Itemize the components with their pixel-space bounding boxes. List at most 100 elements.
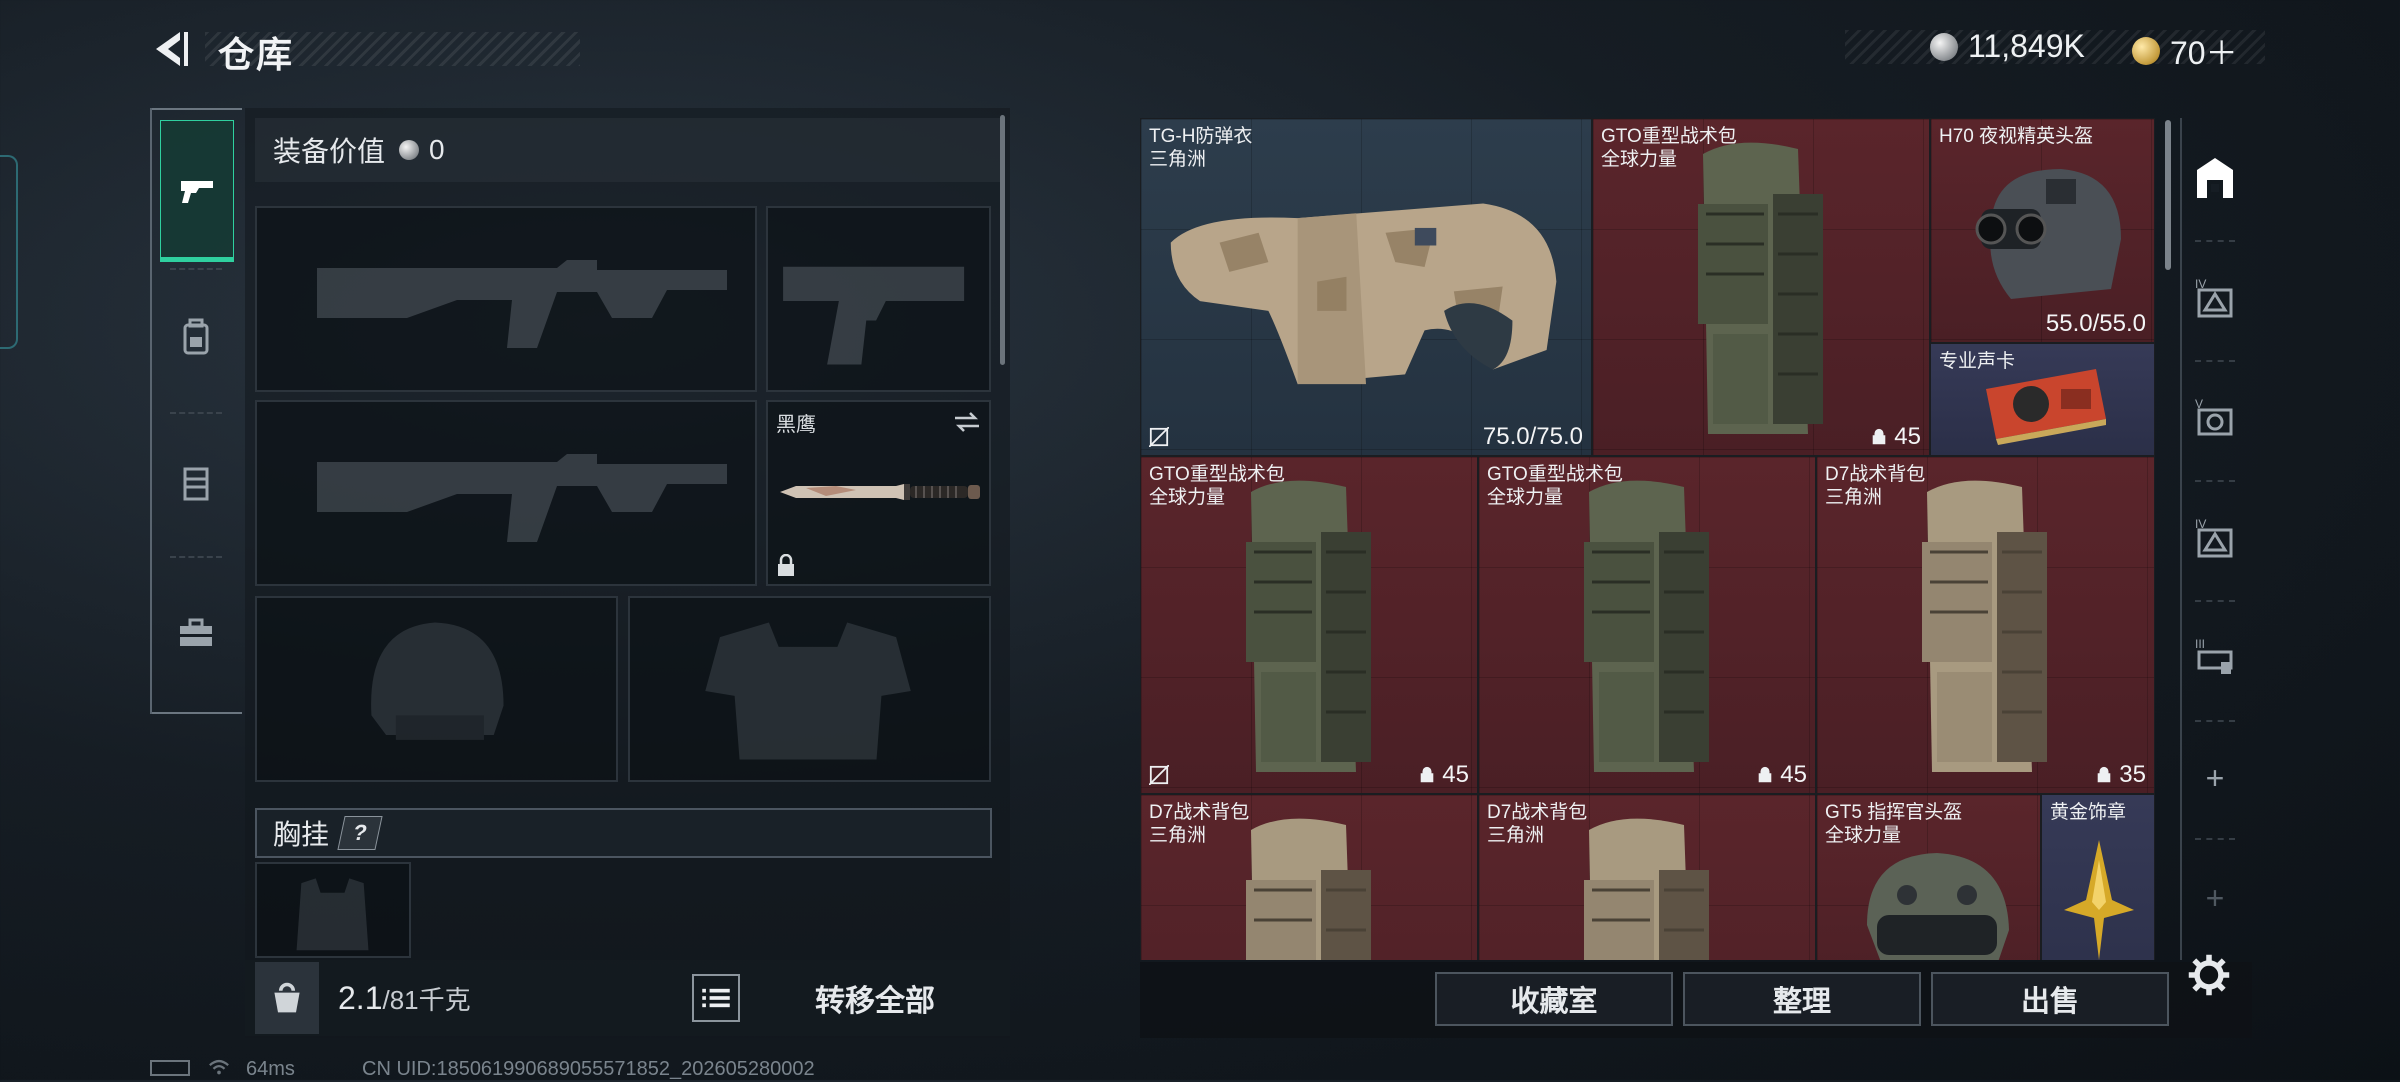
right-tab-separator [2195, 600, 2235, 602]
warehouse-item[interactable]: TG-H防弹衣 三角洲 75.0/75.0 [1140, 118, 1592, 456]
item-durability: 75.0/75.0 [1482, 423, 1583, 450]
tab-backpack[interactable] [160, 272, 232, 402]
tab-warehouse-main[interactable] [2180, 138, 2250, 218]
warehouse-item[interactable]: GTO重型战术包 全球力量 45 [1478, 456, 1816, 794]
item-name: D7战术背包 [1487, 802, 1588, 823]
rifle-silhouette-icon [317, 454, 727, 542]
tab-storage-iii[interactable]: III [2180, 618, 2250, 698]
tactical-backpack-image [1246, 480, 1371, 772]
back-arrow-icon [156, 32, 188, 66]
primary-weapon-slot[interactable] [255, 206, 757, 392]
melee-slot[interactable]: 黑鹰 [766, 400, 991, 586]
storage-iii-icon: III [2195, 637, 2233, 674]
rifle-silhouette-icon [317, 260, 727, 348]
storage-iv-icon: IV [2195, 277, 2233, 318]
chest-rig-label: 胸挂 [273, 819, 330, 850]
swap-icon[interactable] [953, 410, 981, 434]
item-sub: 全球力量 [1487, 487, 1564, 508]
body-armor-slot[interactable] [628, 596, 991, 782]
rail-bottom-line [150, 712, 242, 714]
capacity-icon [2097, 766, 2111, 783]
tab-weapons[interactable] [160, 120, 234, 262]
svg-text:III: III [2195, 637, 2205, 651]
no-trade-icon [1149, 427, 1169, 447]
item-capacity: 45 [1780, 761, 1807, 788]
equipment-value-label: 装备价值 [273, 136, 386, 167]
pistol-slot[interactable] [766, 206, 991, 392]
equipment-value: 0 [429, 134, 445, 165]
pistol-silhouette-icon [783, 266, 965, 365]
lock-icon [778, 554, 794, 576]
ping-display: 64ms [246, 1058, 295, 1080]
item-name: TG-H防弹衣 [1149, 126, 1253, 147]
item-sub: 全球力量 [1601, 149, 1678, 170]
item-name: H70 夜视精英头盔 [1939, 126, 2094, 147]
helmet-slot[interactable] [255, 596, 618, 782]
tab-separator [170, 268, 222, 270]
secondary-weapon-slot[interactable] [255, 400, 757, 586]
warehouse-main-icon [2197, 158, 2233, 198]
capacity-icon [1872, 428, 1886, 445]
chest-rig-slot[interactable] [255, 862, 411, 958]
tab-storage-iv-b[interactable]: IV [2180, 498, 2250, 578]
right-tab-separator [2195, 240, 2235, 242]
item-name: GTO重型战术包 [1487, 464, 1623, 485]
warehouse-item[interactable]: H70 夜视精英头盔 55.0/55.0 [1930, 118, 2155, 343]
weight-max: /81千克 [382, 985, 471, 1015]
item-name: GT5 指挥官头盔 [1825, 802, 1963, 823]
item-sub: 全球力量 [1825, 825, 1902, 846]
knife-image [780, 484, 980, 500]
vest-icon [183, 467, 209, 501]
side-drawer-handle[interactable] [0, 155, 18, 349]
item-name: 专业声卡 [1939, 351, 2016, 372]
gold-badge-image [2064, 840, 2134, 960]
silver-coin-icon [1930, 32, 1958, 61]
help-button[interactable]: ? [337, 816, 383, 850]
item-capacity: 45 [1894, 423, 1921, 450]
add-storage-button[interactable]: + [2180, 738, 2250, 818]
warehouse-item[interactable]: 黄金饰章 [2041, 794, 2155, 960]
silver-currency[interactable]: 11,849K [1930, 28, 2085, 65]
warehouse-item[interactable]: D7战术背包 三角洲 35 [1816, 456, 2155, 794]
warehouse-item[interactable]: GT5 指挥官头盔 全球力量 [1816, 794, 2041, 960]
add-storage-disabled-icon: + [2205, 879, 2225, 916]
list-icon [702, 988, 730, 1008]
equipment-scrollbar[interactable] [1000, 115, 1005, 365]
pistol-icon [181, 181, 213, 203]
item-name: D7战术背包 [1825, 464, 1926, 485]
wifi-icon [208, 1058, 230, 1082]
item-name: 黄金饰章 [2050, 802, 2127, 823]
transfer-all-button[interactable]: 转移全部 [760, 965, 990, 1031]
warehouse-item[interactable]: GTO重型战术包 全球力量 45 [1140, 456, 1478, 794]
back-button[interactable] [150, 28, 192, 70]
warehouse-item[interactable]: GTO重型战术包 全球力量 45 [1592, 118, 1930, 456]
gold-amount: 70＋ [2170, 35, 2238, 71]
list-view-button[interactable] [692, 974, 740, 1022]
warehouse-item[interactable]: D7战术背包 三角洲 [1478, 794, 1816, 960]
warehouse-item[interactable]: 专业声卡 [1930, 343, 2155, 456]
tab-vest[interactable] [160, 418, 232, 548]
chest-rig-silhouette-icon [296, 878, 369, 951]
warehouse-item[interactable]: D7战术背包 三角洲 [1140, 794, 1478, 960]
settings-button[interactable] [2186, 952, 2236, 1002]
tab-storage-iv[interactable]: IV [2180, 258, 2250, 338]
item-name: GTO重型战术包 [1601, 126, 1737, 147]
gold-currency[interactable]: 70＋ [2132, 28, 2238, 74]
tab-storage-v[interactable]: V [2180, 378, 2250, 458]
organize-button[interactable]: 整理 [1683, 972, 1921, 1026]
d7-backpack-image [1246, 818, 1371, 960]
tab-toolbox[interactable] [160, 562, 232, 702]
capacity-icon [1420, 766, 1434, 783]
night-vision-helmet-image [1975, 169, 2121, 299]
storage-v-icon: V [2195, 397, 2233, 436]
equipment-value-bar: 装备价值 0 [255, 118, 1000, 182]
warehouse-scrollbar[interactable] [2165, 120, 2171, 270]
item-sub: 三角洲 [1149, 825, 1207, 846]
sell-button[interactable]: 出售 [1931, 972, 2169, 1026]
right-tab-separator [2195, 838, 2235, 840]
item-durability: 55.0/55.0 [2045, 310, 2146, 337]
collection-room-button[interactable]: 收藏室 [1435, 972, 1673, 1026]
svg-text:IV: IV [2195, 277, 2206, 291]
warehouse-grid: TG-H防弹衣 三角洲 75.0/75.0 GTO重型战术包 全球力量 45 H70… [1140, 118, 2155, 960]
rail-left-line [150, 108, 152, 714]
